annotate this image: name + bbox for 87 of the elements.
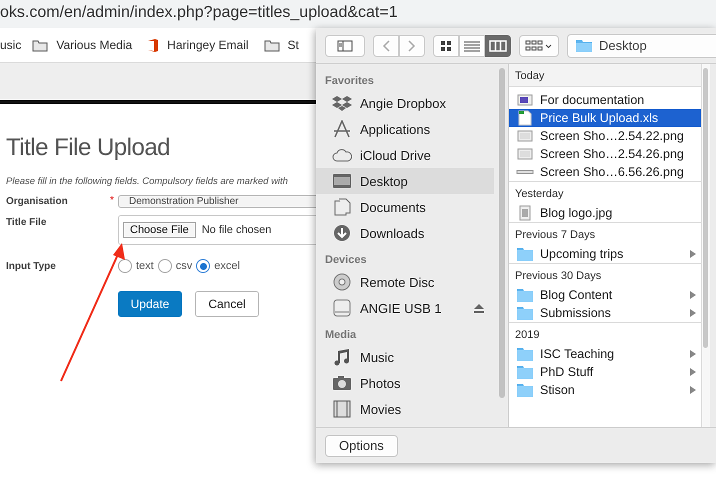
file-item[interactable]: Price Bulk Upload.xls bbox=[509, 109, 701, 127]
file-item[interactable]: Upcoming trips bbox=[509, 245, 701, 263]
download-icon bbox=[332, 224, 352, 242]
arrange-button[interactable] bbox=[519, 34, 559, 56]
file-icon bbox=[516, 128, 534, 144]
sidebar-item[interactable]: Photos bbox=[316, 370, 494, 396]
folder-icon bbox=[575, 38, 593, 52]
sidebar-toggle-button[interactable] bbox=[325, 34, 365, 56]
choose-file-button[interactable]: Choose File bbox=[123, 222, 196, 238]
folder-icon bbox=[32, 38, 48, 52]
instructions: Please fill in the following fields. Compulsory fields are marked with bbox=[6, 176, 288, 187]
film-icon bbox=[332, 400, 352, 418]
file-icon bbox=[516, 170, 534, 174]
page-title: Title File Upload bbox=[6, 134, 170, 162]
drive-icon bbox=[332, 299, 352, 317]
arrange-icon bbox=[525, 40, 553, 52]
file-item[interactable]: Blog Content bbox=[509, 286, 701, 304]
office-logo-icon bbox=[147, 38, 160, 52]
icon-view-button[interactable] bbox=[433, 34, 459, 56]
folder-icon bbox=[516, 382, 534, 398]
chevron-right-icon bbox=[408, 40, 416, 52]
sidebar-heading: Devices bbox=[324, 254, 368, 268]
apps-icon bbox=[332, 120, 352, 138]
disc-icon bbox=[332, 273, 352, 291]
cloud-icon bbox=[332, 146, 352, 164]
file-item[interactable]: Screen Sho…2.54.26.png bbox=[509, 145, 701, 163]
file-item[interactable]: For documentation bbox=[509, 91, 701, 109]
file-item[interactable]: Screen Sho…2.54.22.png bbox=[509, 127, 701, 145]
bookmark[interactable]: usic bbox=[0, 38, 22, 52]
required-mark: * bbox=[110, 195, 115, 206]
sidebar-item[interactable]: ANGIE USB 1 bbox=[316, 295, 494, 321]
cancel-button[interactable]: Cancel bbox=[195, 291, 259, 317]
file-status: No file chosen bbox=[202, 224, 272, 236]
grid-icon bbox=[439, 40, 453, 52]
file-item[interactable]: Stison bbox=[509, 381, 701, 399]
file-item[interactable]: Screen Sho…6.56.26.png bbox=[509, 163, 701, 181]
file-icon bbox=[516, 92, 534, 108]
sidebar-icon bbox=[337, 40, 353, 52]
columns-icon bbox=[489, 40, 507, 52]
sidebar-heading: Media bbox=[324, 329, 358, 343]
sidebar-item[interactable]: Desktop bbox=[316, 168, 494, 194]
eject-icon[interactable] bbox=[474, 304, 484, 312]
file-item[interactable]: Submissions bbox=[509, 304, 701, 322]
chevron-left-icon bbox=[382, 40, 390, 52]
camera-icon bbox=[332, 374, 352, 392]
address-bar[interactable]: oks.com/en/admin/index.php?page=titles_upload&cat=1 bbox=[0, 0, 716, 28]
location-popup[interactable]: Desktop bbox=[567, 34, 716, 58]
sidebar-item[interactable]: iCloud Drive bbox=[316, 142, 494, 168]
options-button[interactable]: Options bbox=[325, 434, 398, 456]
file-icon bbox=[516, 146, 534, 162]
radio-label: text bbox=[136, 260, 154, 272]
folder-icon bbox=[516, 346, 534, 362]
folder-icon bbox=[516, 364, 534, 380]
field-label: Organisation bbox=[6, 196, 69, 207]
radio-label: csv bbox=[176, 260, 192, 272]
bookmark[interactable]: St bbox=[264, 38, 299, 52]
file-item[interactable]: Blog logo.jpg bbox=[509, 204, 701, 222]
list-icon bbox=[463, 40, 481, 52]
sidebar-item[interactable]: Remote Disc bbox=[316, 269, 494, 295]
radio-button[interactable] bbox=[196, 259, 210, 273]
folder-icon bbox=[516, 305, 534, 321]
folder-icon bbox=[516, 246, 534, 262]
file-item[interactable]: PhD Stuff bbox=[509, 363, 701, 381]
folder-icon bbox=[264, 38, 280, 52]
music-icon bbox=[332, 348, 352, 366]
sidebar-heading: Favorites bbox=[324, 75, 375, 89]
radio-label: excel bbox=[214, 260, 240, 272]
bookmark[interactable]: Haringey Email bbox=[147, 38, 249, 52]
list-view-button[interactable] bbox=[459, 34, 485, 56]
field-label: Title File bbox=[6, 217, 48, 228]
group-heading: Today bbox=[509, 64, 701, 87]
file-icon bbox=[516, 110, 534, 126]
radio-button[interactable] bbox=[118, 259, 132, 273]
bookmark[interactable]: Various Media bbox=[32, 38, 132, 52]
docs-icon bbox=[332, 198, 352, 216]
radio-button[interactable] bbox=[158, 259, 172, 273]
sidebar-item[interactable]: Applications bbox=[316, 116, 494, 142]
sidebar-item[interactable]: Angie Dropbox bbox=[316, 90, 494, 116]
desktop-icon bbox=[332, 172, 352, 190]
update-button[interactable]: Update bbox=[118, 291, 182, 317]
dropbox-icon bbox=[332, 94, 352, 112]
sidebar-item[interactable]: Music bbox=[316, 344, 494, 370]
sidebar-item[interactable]: Movies bbox=[316, 396, 494, 422]
folder-icon bbox=[516, 287, 534, 303]
file-item[interactable]: ISC Teaching bbox=[509, 345, 701, 363]
field-label: Input Type bbox=[6, 260, 57, 272]
column-view-button[interactable] bbox=[485, 34, 511, 56]
